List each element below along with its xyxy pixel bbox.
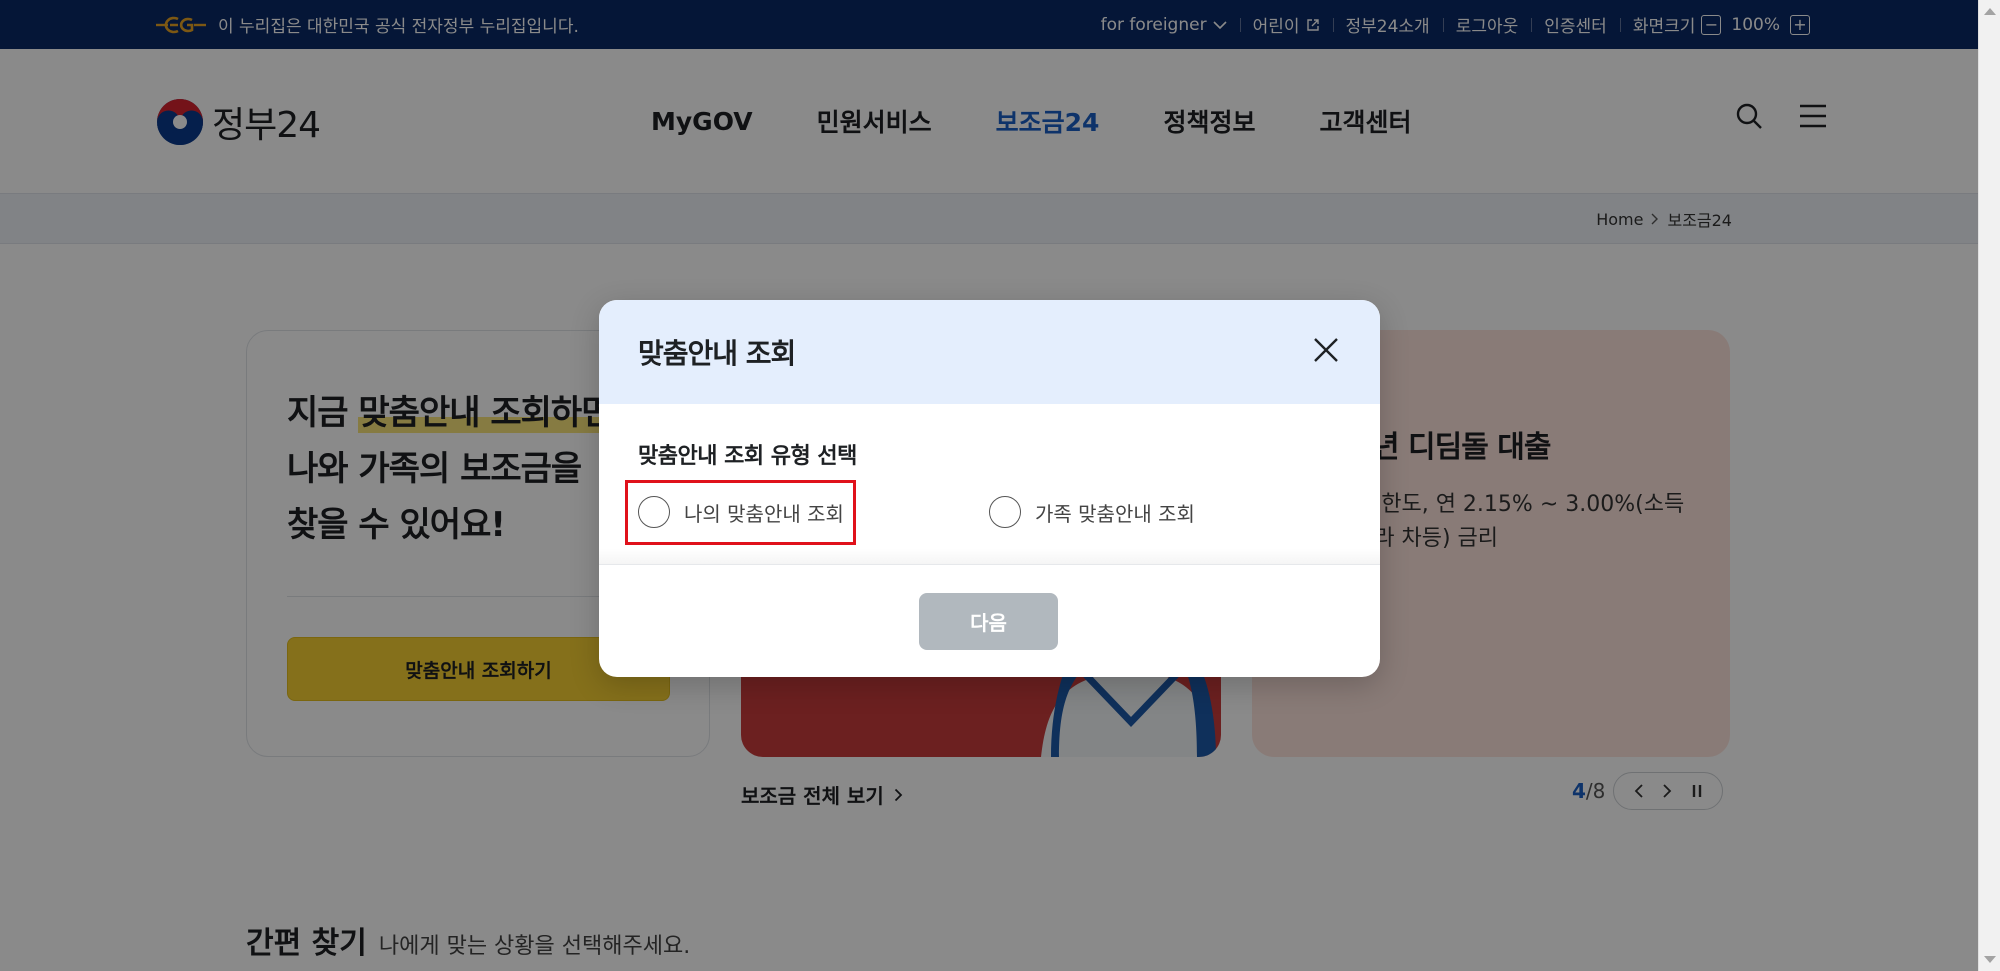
modal-header: 맞춤안내 조회 xyxy=(599,300,1380,404)
radio-family-guide[interactable]: 가족 맞춤안내 조회 xyxy=(989,496,1195,528)
next-button[interactable]: 다음 xyxy=(919,593,1058,650)
radio-family-guide-circle[interactable] xyxy=(989,496,1021,528)
query-type-label: 맞춤안내 조회 유형 선택 xyxy=(638,444,857,469)
modal-divider xyxy=(599,564,1380,565)
scroll-up-arrow-icon[interactable] xyxy=(1984,8,1996,15)
close-icon[interactable] xyxy=(1310,334,1342,366)
scroll-down-arrow-icon[interactable] xyxy=(1984,956,1996,963)
selection-highlight-box xyxy=(625,480,856,545)
page-scrollbar[interactable] xyxy=(1978,0,2000,971)
radio-family-guide-label: 가족 맞춤안내 조회 xyxy=(1035,501,1195,526)
modal-footer-shadow xyxy=(599,548,1380,564)
modal-title: 맞춤안내 조회 xyxy=(638,337,796,370)
